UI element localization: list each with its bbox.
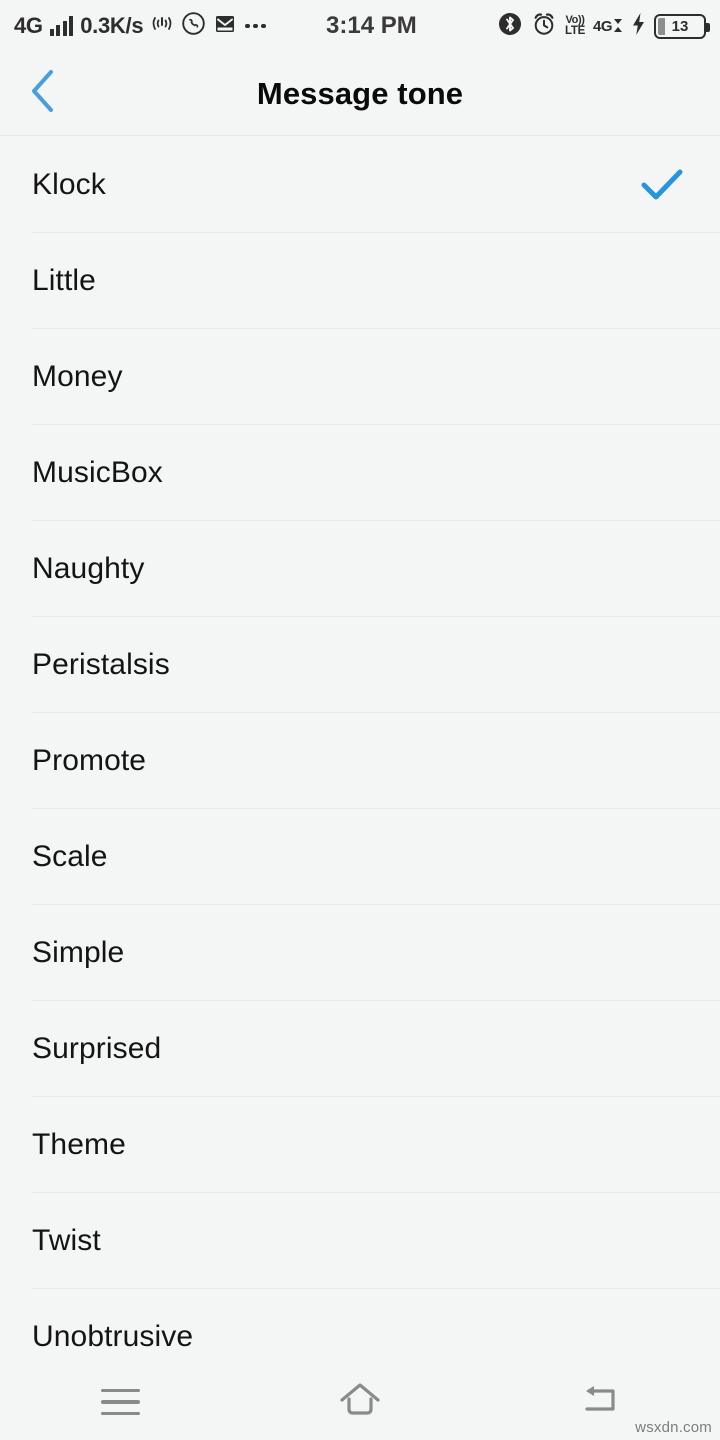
menu-icon — [100, 1388, 140, 1416]
nav-home-button[interactable] — [240, 1364, 480, 1440]
signal-bars-icon — [49, 16, 74, 36]
tone-name-label: Naughty — [32, 552, 145, 585]
hotspot-icon — [150, 13, 174, 40]
clock-label: 3:14 PM — [326, 12, 417, 39]
home-icon — [336, 1379, 384, 1426]
table-row[interactable]: Scale — [0, 809, 720, 905]
status-bar: 4G 0.3K/s 3:14 PM Vo)) LTE 4G 13 — [0, 0, 720, 52]
alarm-clock-icon — [531, 11, 557, 42]
table-row[interactable]: Surprised — [0, 1001, 720, 1097]
table-row[interactable]: Unobtrusive — [0, 1289, 720, 1364]
data-arrows-icon: 4G — [593, 18, 623, 34]
whatsapp-icon — [181, 11, 206, 41]
status-bar-center: 3:14 PM — [266, 12, 497, 40]
table-row[interactable]: Klock — [0, 137, 720, 233]
navigation-bar — [0, 1364, 720, 1440]
app-header: Message tone — [0, 52, 720, 136]
sms-icon — [213, 12, 237, 41]
tone-name-label: Theme — [32, 1128, 126, 1161]
page-title: Message tone — [256, 75, 464, 111]
tone-name-label: Surprised — [32, 1032, 162, 1065]
bluetooth-icon — [497, 11, 523, 42]
tone-name-label: Scale — [32, 840, 108, 873]
table-row[interactable]: Theme — [0, 1097, 720, 1193]
more-dots-icon — [245, 23, 266, 29]
table-row[interactable]: Promote — [0, 713, 720, 809]
volte-icon: Vo)) LTE — [565, 13, 585, 38]
table-row[interactable]: Peristalsis — [0, 617, 720, 713]
table-row[interactable]: MusicBox — [0, 425, 720, 521]
status-bar-left: 4G 0.3K/s — [14, 11, 266, 41]
status-bar-right: Vo)) LTE 4G 13 — [497, 11, 710, 42]
tone-name-label: MusicBox — [32, 456, 163, 489]
tone-name-label: Unobtrusive — [32, 1320, 194, 1353]
network-type-label: 4G — [14, 13, 43, 38]
watermark: wsxdn.com — [635, 1419, 712, 1436]
table-row[interactable]: Money — [0, 329, 720, 425]
tone-name-label: Simple — [32, 936, 125, 969]
table-row[interactable]: Little — [0, 233, 720, 329]
table-row[interactable]: Naughty — [0, 521, 720, 617]
network-right-label: 4G — [592, 18, 613, 35]
tone-name-label: Twist — [32, 1224, 101, 1257]
tone-name-label: Promote — [32, 744, 147, 777]
check-icon — [636, 165, 688, 205]
phone-screen: 4G 0.3K/s 3:14 PM Vo)) LTE 4G 13 Message… — [0, 0, 720, 1440]
table-row[interactable]: Twist — [0, 1193, 720, 1289]
nav-menu-button[interactable] — [0, 1364, 240, 1440]
volte-line-1: Vo)) — [565, 13, 585, 26]
charging-bolt-icon — [631, 12, 646, 41]
tone-list[interactable]: Klock Little Money MusicBox Naughty Peristals… — [0, 137, 720, 1364]
back-arrow-icon — [577, 1380, 623, 1425]
table-row[interactable]: Simple — [0, 905, 720, 1001]
data-rate-label: 0.3K/s — [80, 13, 144, 38]
tone-name-label: Klock — [32, 168, 106, 201]
tone-name-label: Money — [32, 360, 123, 393]
tone-name-label: Little — [32, 264, 96, 297]
battery-icon: 13 — [654, 13, 710, 39]
battery-level-label: 13 — [671, 17, 689, 35]
tone-name-label: Peristalsis — [32, 648, 170, 681]
volte-line-2: LTE — [565, 25, 585, 37]
